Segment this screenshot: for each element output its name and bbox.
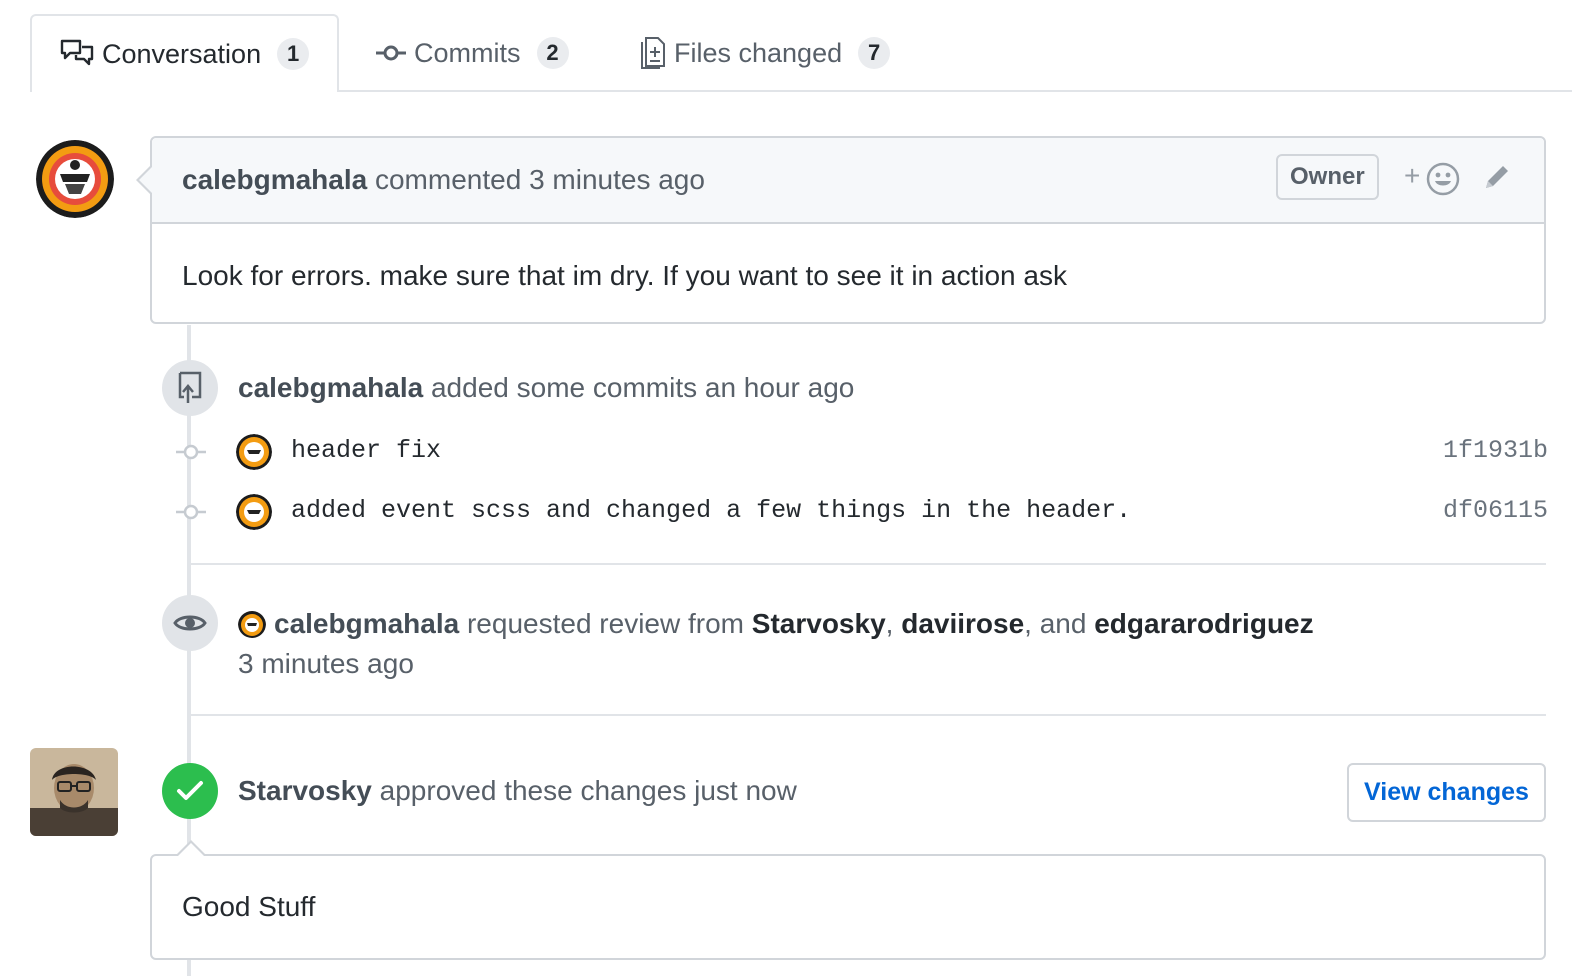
approval-text: Starvosky approved these changes just no…: [238, 775, 797, 807]
commits-event-author[interactable]: calebgmahala: [238, 372, 423, 403]
reviewer-link[interactable]: daviirose: [901, 608, 1024, 639]
plus-label: +: [1404, 160, 1421, 191]
comment-body: Look for errors. make sure that im dry. …: [182, 260, 1067, 291]
pr-tabs: Conversation 1 Commits 2 Files changed 7: [30, 14, 1572, 92]
avatar[interactable]: [236, 434, 272, 470]
avatar[interactable]: [238, 610, 266, 638]
pencil-icon[interactable]: [1482, 162, 1518, 198]
tab-commits-label: Commits: [414, 37, 521, 68]
comment-header: calebgmahala commented 3 minutes ago Own…: [152, 138, 1544, 224]
approval-desc: approved these changes just now: [379, 775, 797, 806]
review-request-time[interactable]: 3 minutes ago: [238, 648, 414, 679]
comment-time[interactable]: 3 minutes ago: [529, 164, 705, 196]
separator: ,: [885, 608, 894, 639]
comment-box: calebgmahala commented 3 minutes ago Own…: [136, 136, 1546, 324]
file-diff-icon: [640, 36, 666, 70]
tab-commits-count: 2: [536, 37, 569, 69]
commit-sha[interactable]: 1f1931b: [1443, 436, 1548, 465]
commit-row: added event scss and changed a few thing…: [176, 494, 1548, 534]
avatar[interactable]: [236, 494, 272, 530]
separator: , and: [1024, 608, 1087, 639]
repo-push-icon: [162, 360, 218, 416]
review-request-author[interactable]: calebgmahala: [274, 608, 459, 639]
check-icon: [162, 763, 218, 819]
add-reaction-button[interactable]: +: [1404, 160, 1464, 198]
comment-discussion-icon: [60, 39, 94, 69]
reviewer-link[interactable]: edgararodriguez: [1094, 608, 1313, 639]
tab-files-changed[interactable]: Files changed 7: [640, 14, 891, 92]
tab-conversation-count: 1: [277, 38, 310, 70]
review-comment-body: Good Stuff: [182, 891, 316, 922]
commits-event-desc: added some commits an hour ago: [430, 372, 855, 403]
commits-event-text: calebgmahala added some commits an hour …: [238, 372, 854, 404]
review-request-text: calebgmahala requested review from Starv…: [238, 604, 1314, 684]
tab-files-changed-label: Files changed: [674, 37, 843, 68]
commit-sha[interactable]: df06115: [1443, 496, 1548, 525]
tab-commits[interactable]: Commits 2: [376, 14, 569, 92]
git-commit-icon: [176, 442, 206, 467]
git-commit-icon: [376, 43, 406, 63]
owner-badge: Owner: [1276, 154, 1379, 200]
approval-author[interactable]: Starvosky: [238, 775, 372, 806]
commit-row: header fix 1f1931b: [176, 434, 1548, 474]
timeline-divider: [190, 563, 1546, 565]
view-changes-button[interactable]: View changes: [1347, 763, 1546, 822]
comment-author[interactable]: calebgmahala: [182, 164, 367, 196]
timeline-divider: [190, 714, 1546, 716]
commit-message[interactable]: added event scss and changed a few thing…: [291, 496, 1131, 525]
tab-conversation-label: Conversation: [102, 38, 262, 69]
eye-icon: [162, 595, 218, 651]
tab-files-changed-count: 7: [858, 37, 891, 69]
tab-conversation[interactable]: Conversation 1: [30, 14, 340, 92]
review-request-desc: requested review from: [466, 608, 744, 639]
commit-message[interactable]: header fix: [291, 436, 441, 465]
avatar[interactable]: [30, 748, 118, 836]
git-commit-icon: [176, 502, 206, 527]
smiley-icon: [1426, 162, 1460, 203]
reviewer-link[interactable]: Starvosky: [752, 608, 886, 639]
avatar[interactable]: [36, 140, 114, 218]
comment-action: commented: [374, 164, 522, 195]
review-comment-box: Good Stuff: [150, 840, 1546, 960]
